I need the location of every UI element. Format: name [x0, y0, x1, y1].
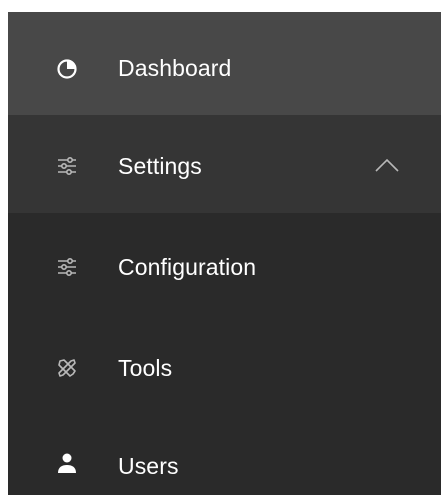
sidebar-item-tools[interactable]: Tools — [8, 317, 441, 411]
sidebar-item-label: Tools — [118, 355, 173, 381]
sidebar-item-settings[interactable]: Settings — [8, 115, 441, 213]
chevron-up-icon[interactable] — [372, 155, 402, 175]
sidebar-item-label: Users — [118, 453, 179, 479]
sidebar-item-dashboard[interactable]: Dashboard — [8, 12, 441, 115]
sidebar-nav: Dashboard Settings Configuration Tools U… — [8, 12, 441, 495]
sliders-icon — [55, 255, 79, 279]
sidebar-item-label: Configuration — [118, 254, 257, 280]
page-background: Dashboard Settings Configuration Tools U… — [0, 0, 441, 495]
sidebar-item-label: Settings — [118, 153, 202, 179]
sidebar-item-label: Dashboard — [118, 55, 232, 81]
pie-chart-icon — [55, 57, 79, 81]
sliders-icon — [55, 154, 79, 178]
user-icon — [55, 451, 79, 475]
sidebar-item-users[interactable]: Users — [8, 411, 441, 495]
sidebar-item-configuration[interactable]: Configuration — [8, 213, 441, 317]
tools-icon — [55, 356, 79, 380]
